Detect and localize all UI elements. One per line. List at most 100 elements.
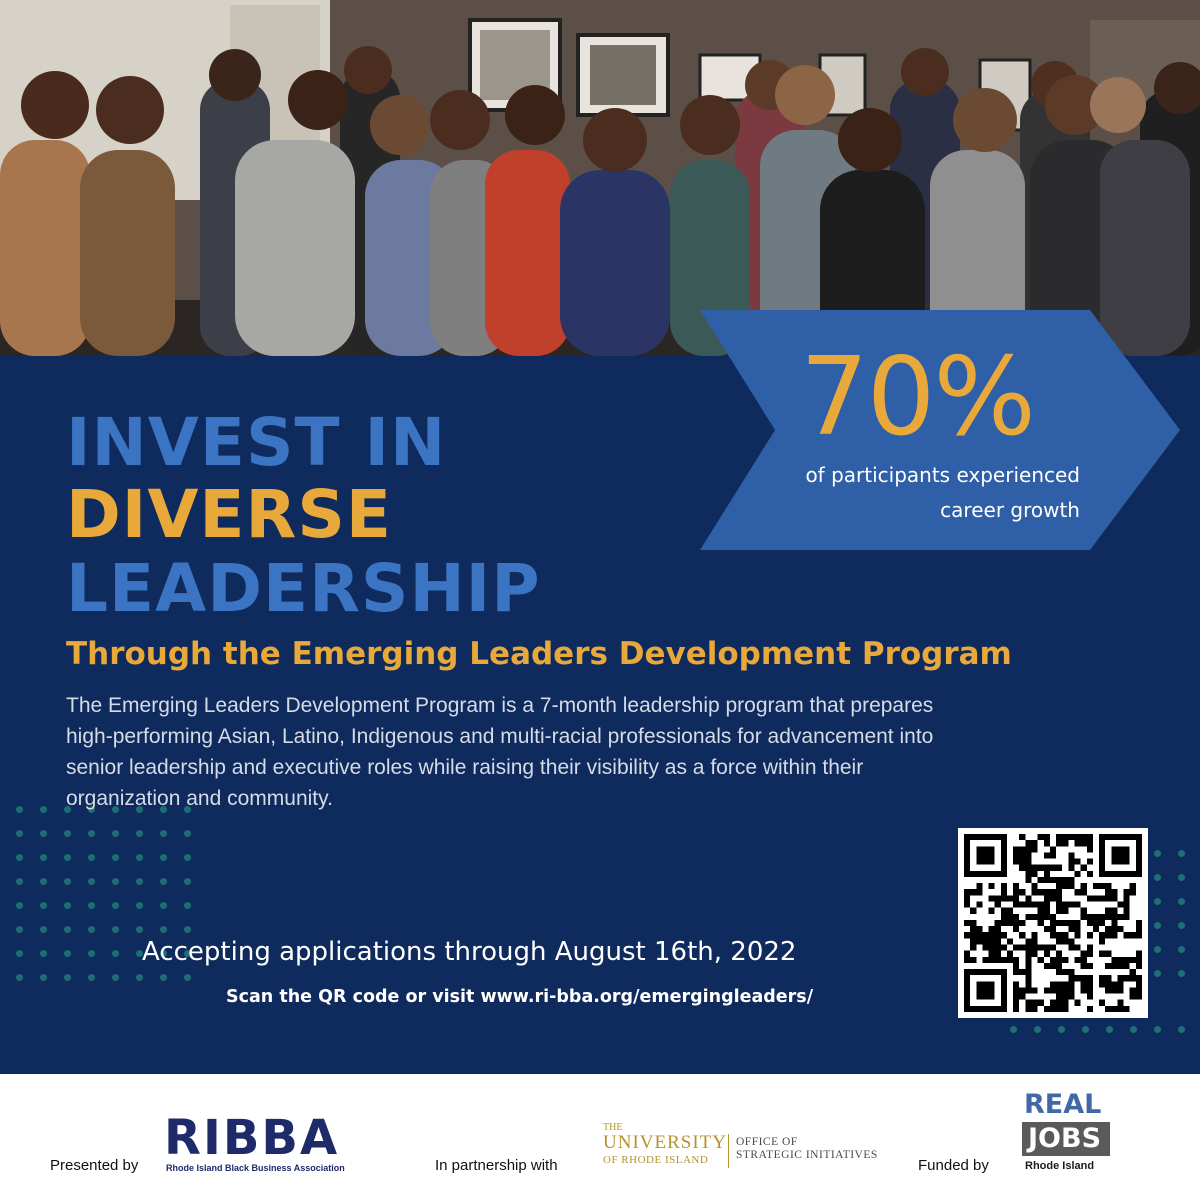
decorative-dot [136,854,143,861]
decorative-dot [112,878,119,885]
decorative-dot [136,926,143,933]
decorative-dot [112,854,119,861]
partnership-label: In partnership with [435,1157,558,1174]
subheadline: Through the Emerging Leaders Development… [66,636,1012,672]
decorative-dot [160,854,167,861]
headline-line1: INVEST IN [66,404,447,481]
decorative-dot [1154,922,1161,929]
decorative-dot [40,926,47,933]
qr-code-graphic [964,834,1142,1012]
visit-link-text[interactable]: Scan the QR code or visit www.ri-bba.org… [226,985,813,1009]
decorative-dot [1130,1026,1137,1033]
decorative-dot [88,878,95,885]
presented-by-label: Presented by [50,1157,139,1174]
ribba-logo-subtitle: Rhode Island Black Business Association [166,1163,345,1173]
decorative-dot [40,950,47,957]
decorative-dot [64,926,71,933]
decorative-dot [184,854,191,861]
decorative-dot [1154,946,1161,953]
decorative-dot [64,974,71,981]
decorative-dot [1178,970,1185,977]
decorative-dot [1178,922,1185,929]
decorative-dot [40,974,47,981]
decorative-dot [40,806,47,813]
uri-logo-divider [728,1134,729,1168]
headline-line2: DIVERSE [66,476,392,553]
decorative-dot [136,902,143,909]
stat-caption-line2: career growth [940,498,1080,522]
decorative-dot [184,830,191,837]
decorative-dot [136,878,143,885]
decorative-dot [160,926,167,933]
decorative-dot [40,878,47,885]
ribba-logo-wordmark: RIBBA [164,1110,340,1166]
application-deadline: Accepting applications through August 16… [142,937,797,967]
decorative-dot [64,854,71,861]
decorative-dot [16,974,23,981]
decorative-dot [88,902,95,909]
uri-office-line2: STRATEGIC INITIATIVES [736,1149,878,1161]
decorative-dot [1178,898,1185,905]
decorative-dot [88,830,95,837]
footer: Presented by RIBBA Rhode Island Black Bu… [0,1074,1200,1200]
decorative-dot [16,878,23,885]
decorative-dot [1154,850,1161,857]
decorative-dot [1106,1026,1113,1033]
decorative-dot [160,974,167,981]
real-jobs-logo-real: REAL [1024,1089,1102,1120]
decorative-dot [1154,1026,1161,1033]
decorative-dot [40,902,47,909]
decorative-dot [184,878,191,885]
ribba-logo: RIBBA Rhode Island Black Business Associ… [160,1114,360,1174]
decorative-dot [16,854,23,861]
decorative-dot [88,854,95,861]
decorative-dot [160,902,167,909]
decorative-dot [1178,850,1185,857]
decorative-dot [88,974,95,981]
stat-value: 70% [800,335,1036,460]
funded-by-label: Funded by [918,1157,989,1174]
stat-caption: of participants experienced career growt… [740,458,1080,528]
decorative-dot [1154,898,1161,905]
decorative-dot [112,926,119,933]
decorative-dot [40,854,47,861]
real-jobs-logo: REAL JOBS Rhode Island [1020,1090,1116,1190]
uri-logo-university: UNIVERSITY [603,1132,727,1153]
decorative-dot [1178,1026,1185,1033]
decorative-dot [112,950,119,957]
decorative-dot [1010,1026,1017,1033]
uri-logo-rhode-island: OF RHODE ISLAND [603,1154,709,1166]
real-jobs-logo-jobs: JOBS [1028,1123,1102,1154]
decorative-dot [64,902,71,909]
qr-code-icon[interactable] [958,828,1148,1018]
decorative-dot [16,806,23,813]
decorative-dot [16,950,23,957]
headline-line3: LEADERSHIP [66,550,541,627]
decorative-dot [1154,970,1161,977]
decorative-dot [184,974,191,981]
group-photo [0,0,1200,356]
decorative-dot [136,974,143,981]
decorative-dot [112,974,119,981]
decorative-dot [1178,874,1185,881]
decorative-dot [40,830,47,837]
group-photo-illustration [0,0,1200,356]
decorative-dot [16,902,23,909]
decorative-dot [112,902,119,909]
decorative-dot [112,830,119,837]
decorative-dot [1058,1026,1065,1033]
decorative-dot [16,926,23,933]
decorative-dot [64,878,71,885]
decorative-dot [1082,1026,1089,1033]
decorative-dot [88,926,95,933]
stat-caption-line1: of participants experienced [805,463,1080,487]
decorative-dot [184,926,191,933]
program-description: The Emerging Leaders Development Program… [66,694,934,810]
decorative-dot [16,830,23,837]
decorative-dot [88,950,95,957]
decorative-dot [64,950,71,957]
decorative-dot [184,902,191,909]
uri-logo-office: OFFICE OF STRATEGIC INITIATIVES [736,1136,878,1162]
decorative-dot [136,830,143,837]
real-jobs-logo-ri: Rhode Island [1025,1160,1095,1172]
